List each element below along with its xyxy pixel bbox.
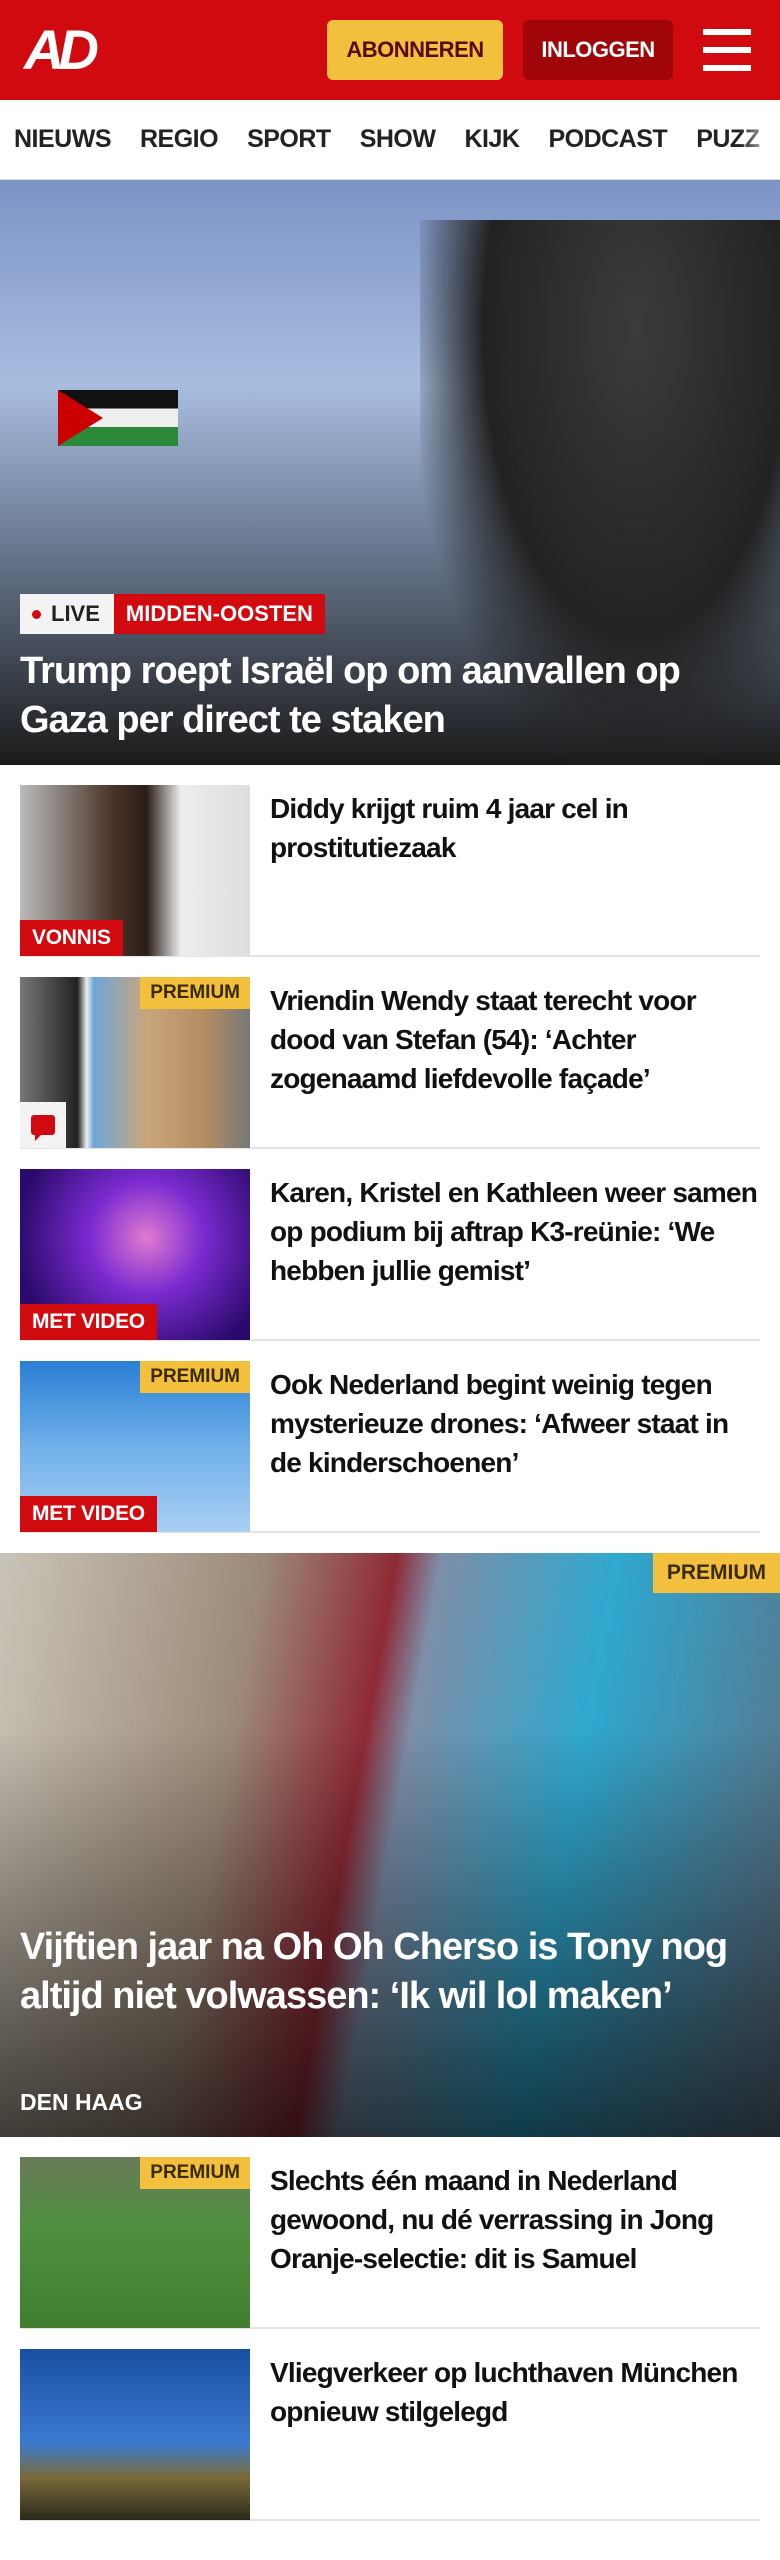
featured-headline[interactable]: Vijftien jaar na Oh Oh Cherso is Tony no… [20,1923,760,2021]
premium-badge: PREMIUM [140,2157,250,2189]
comment-icon [20,1102,66,1148]
category-badge: MIDDEN-OOSTEN [113,594,325,634]
nav-item-podcast[interactable]: PODCAST [548,125,667,154]
premium-badge: PREMIUM [140,977,250,1009]
nav-item-nieuws[interactable]: NIEUWS [14,125,112,154]
article-thumbnail [20,2349,250,2520]
login-button[interactable]: INLOGGEN [523,20,673,80]
featured-article[interactable]: PREMIUM Vijftien jaar na Oh Oh Cherso is… [0,1553,780,2137]
article-headline[interactable]: Vliegverkeer op luchthaven München opnie… [270,2353,760,2431]
live-badge: LIVE [20,594,114,634]
article-headline[interactable]: Karen, Kristel en Kathleen weer samen op… [270,1173,760,1290]
article-item[interactable]: PREMIUM Vriendin Wendy staat terecht voo… [20,977,760,1149]
article-item[interactable]: PREMIUM MET VIDEO Ook Nederland begint w… [20,1361,760,1533]
article-item[interactable]: PREMIUM Slechts één maand in Nederland g… [20,2157,760,2329]
premium-badge: PREMIUM [140,1361,250,1393]
nav-item-regio[interactable]: REGIO [140,125,219,154]
article-headline[interactable]: Ook Nederland begint weinig tegen myster… [270,1365,760,1482]
article-thumbnail: PREMIUM MET VIDEO [20,1361,250,1532]
article-item[interactable]: Vliegverkeer op luchthaven München opnie… [20,2349,760,2521]
nav-item-show[interactable]: SHOW [360,125,436,154]
article-headline[interactable]: Slechts één maand in Nederland gewoond, … [270,2161,760,2278]
article-headline[interactable]: Vriendin Wendy staat terecht voor dood v… [270,981,760,1098]
hero-headline[interactable]: Trump roept Israël op om aanvallen op Ga… [20,647,750,745]
hero-image-flag [58,390,178,446]
article-item[interactable]: MET VIDEO Karen, Kristel en Kathleen wee… [20,1169,760,1341]
subscribe-button[interactable]: ABONNEREN [327,20,503,80]
premium-badge: PREMIUM [652,1553,780,1593]
live-label: LIVE [51,601,100,626]
article-label: MET VIDEO [20,1304,157,1340]
nav-item-puzzel[interactable]: PUZZ [696,125,760,154]
section-nav: NIEUWS REGIO SPORT SHOW KIJK PODCAST PUZ… [0,100,780,180]
nav-item-sport[interactable]: SPORT [247,125,331,154]
article-label: VONNIS [20,920,123,956]
nav-item-kijk[interactable]: KIJK [464,125,519,154]
article-thumbnail: MET VIDEO [20,1169,250,1340]
hero-article[interactable]: LIVE MIDDEN-OOSTEN Trump roept Israël op… [0,180,780,765]
article-thumbnail: VONNIS [20,785,250,956]
featured-image [0,1553,780,2137]
live-dot-icon [32,609,41,619]
ad-logo[interactable]: AD [24,22,99,78]
hamburger-menu-icon[interactable] [703,29,751,71]
featured-location: DEN HAAG [20,2089,143,2115]
article-thumbnail: PREMIUM [20,2157,250,2328]
article-item[interactable]: VONNIS Diddy krijgt ruim 4 jaar cel in p… [20,785,760,957]
article-thumbnail: PREMIUM [20,977,250,1148]
article-label: MET VIDEO [20,1496,157,1532]
article-headline[interactable]: Diddy krijgt ruim 4 jaar cel in prostitu… [270,789,760,867]
site-header: AD ABONNEREN INLOGGEN [0,0,780,100]
